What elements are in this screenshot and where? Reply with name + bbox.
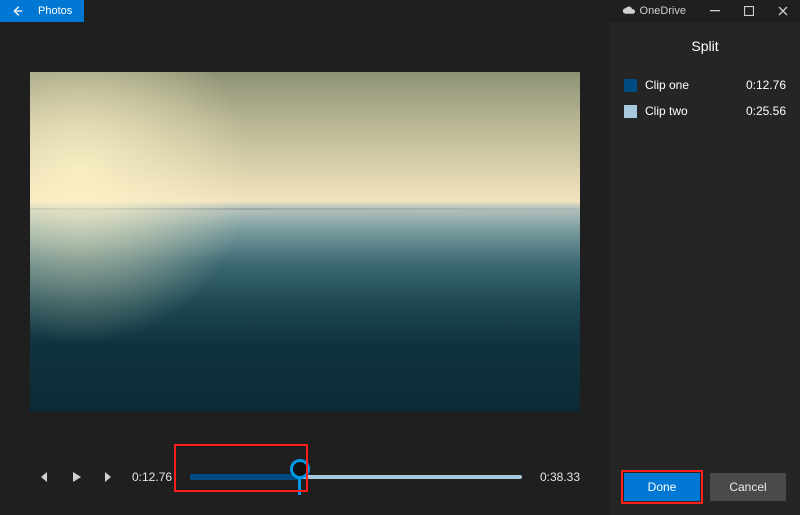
timeline-clip-one bbox=[190, 474, 300, 480]
panel-title: Split bbox=[624, 38, 786, 54]
minimize-button[interactable] bbox=[698, 0, 732, 22]
cloud-icon bbox=[622, 6, 636, 16]
playback-controls: 0:12.76 0:38.33 bbox=[0, 453, 610, 505]
play-button[interactable] bbox=[64, 465, 88, 489]
done-button[interactable]: Done bbox=[624, 473, 700, 501]
timeline-scrubber[interactable] bbox=[190, 459, 522, 495]
total-time: 0:38.33 bbox=[532, 470, 580, 484]
video-preview[interactable] bbox=[30, 72, 580, 412]
title-bar: Photos OneDrive bbox=[0, 0, 800, 22]
clip-one-duration: 0:12.76 bbox=[746, 78, 786, 92]
clip-row-one[interactable]: Clip one 0:12.76 bbox=[624, 72, 786, 98]
close-button[interactable] bbox=[766, 0, 800, 22]
next-frame-button[interactable] bbox=[98, 465, 122, 489]
onedrive-status[interactable]: OneDrive bbox=[622, 0, 686, 22]
clip-one-label: Clip one bbox=[645, 78, 689, 92]
clip-two-label: Clip two bbox=[645, 104, 688, 118]
current-time: 0:12.76 bbox=[132, 470, 180, 484]
split-side-panel: Split Clip one 0:12.76 Clip two 0:25.56 … bbox=[610, 22, 800, 515]
clip-row-two[interactable]: Clip two 0:25.56 bbox=[624, 98, 786, 124]
back-button[interactable] bbox=[0, 0, 34, 22]
cancel-button[interactable]: Cancel bbox=[710, 473, 786, 501]
previous-frame-button[interactable] bbox=[30, 465, 54, 489]
clip-two-duration: 0:25.56 bbox=[746, 104, 786, 118]
app-title: Photos bbox=[34, 0, 84, 22]
clip-two-swatch bbox=[624, 105, 637, 118]
clip-one-swatch bbox=[624, 79, 637, 92]
playhead-handle[interactable] bbox=[290, 459, 310, 495]
maximize-button[interactable] bbox=[732, 0, 766, 22]
video-editor: 0:12.76 0:38.33 bbox=[0, 22, 610, 515]
